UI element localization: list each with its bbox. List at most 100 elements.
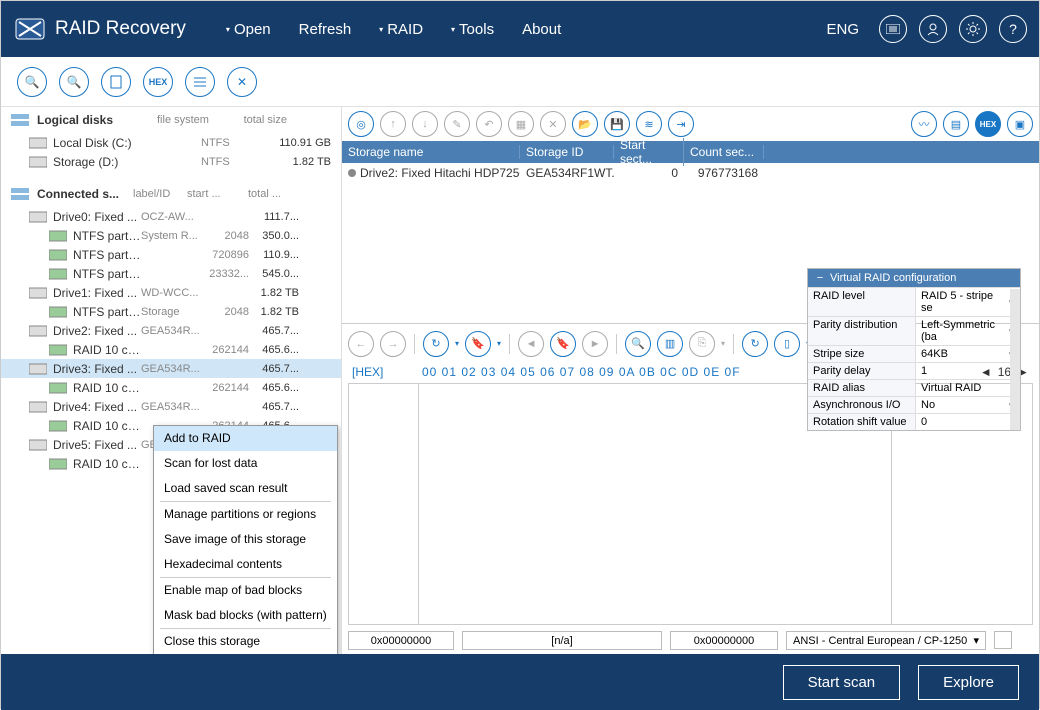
encoding-select[interactable]: ANSI - Central European / CP-1250▾ bbox=[786, 631, 986, 650]
hex-view-button[interactable]: HEX bbox=[975, 111, 1001, 137]
connected-storage-row[interactable]: Drive2: Fixed ...GEA534R...465.7... bbox=[1, 321, 341, 340]
open-folder-icon[interactable]: 📂 bbox=[572, 111, 598, 137]
na-input[interactable] bbox=[462, 631, 662, 650]
search-storage-icon[interactable]: 🔍 bbox=[59, 67, 89, 97]
status-dot-icon bbox=[348, 169, 356, 177]
stats-icon[interactable]: ▤ bbox=[943, 111, 969, 137]
grid-icon[interactable]: ▦ bbox=[508, 111, 534, 137]
window-icon[interactable]: ▣ bbox=[1007, 111, 1033, 137]
list-icon[interactable] bbox=[185, 67, 215, 97]
connected-storage-row[interactable]: Drive4: Fixed ...GEA534R...465.7... bbox=[1, 397, 341, 416]
offset-input-1[interactable] bbox=[348, 631, 454, 650]
down-icon[interactable]: ↓ bbox=[412, 111, 438, 137]
disks-icon bbox=[11, 114, 29, 126]
hex-button[interactable]: HEX bbox=[143, 67, 173, 97]
scrollbar[interactable] bbox=[1010, 289, 1020, 430]
drive-icon bbox=[49, 382, 67, 394]
remove-icon[interactable]: ✕ bbox=[540, 111, 566, 137]
storages-icon bbox=[11, 188, 29, 200]
forward-icon[interactable]: → bbox=[380, 331, 406, 357]
drive-icon bbox=[49, 420, 67, 432]
menu-refresh[interactable]: Refresh bbox=[299, 21, 352, 38]
config-row[interactable]: Rotation shift value0 bbox=[808, 413, 1020, 430]
drive-icon bbox=[49, 458, 67, 470]
drive-icon bbox=[49, 344, 67, 356]
connected-storage-row[interactable]: Drive3: Fixed ...GEA534R...465.7... bbox=[1, 359, 341, 378]
connected-storage-row[interactable]: Drive0: Fixed ...OCZ-AW...111.7... bbox=[1, 207, 341, 226]
app-title: RAID Recovery bbox=[55, 18, 186, 40]
connected-storages-header: Connected s... label/ID start ... total … bbox=[1, 181, 341, 207]
undo-icon[interactable]: ↶ bbox=[476, 111, 502, 137]
panel-icon[interactable] bbox=[879, 15, 907, 43]
layers-icon[interactable]: ≋ bbox=[636, 111, 662, 137]
page-icon[interactable] bbox=[101, 67, 131, 97]
sidebar: Logical disks file system total size Loc… bbox=[1, 107, 342, 654]
back-icon[interactable]: ← bbox=[348, 331, 374, 357]
up-icon[interactable]: ↑ bbox=[380, 111, 406, 137]
storage-row[interactable]: Drive2: Fixed Hitachi HDP7250... GEA534R… bbox=[342, 163, 1039, 183]
context-menu-item[interactable]: Manage partitions or regions bbox=[154, 502, 337, 527]
next-tag-icon[interactable]: ► bbox=[582, 331, 608, 357]
config-row[interactable]: RAID aliasVirtual RAID bbox=[808, 379, 1020, 396]
context-menu-item[interactable]: Hexadecimal contents bbox=[154, 552, 337, 577]
drive-icon bbox=[29, 325, 47, 337]
start-scan-button[interactable]: Start scan bbox=[783, 665, 901, 700]
columns-icon[interactable]: ▥ bbox=[657, 331, 683, 357]
help-icon[interactable]: ? bbox=[999, 15, 1027, 43]
close-icon[interactable]: ✕ bbox=[227, 67, 257, 97]
logical-disk-row[interactable]: Local Disk (C:)NTFS110.91 GB bbox=[1, 133, 341, 152]
raid-config-header[interactable]: −Virtual RAID configuration bbox=[808, 269, 1020, 287]
logical-disk-row[interactable]: Storage (D:)NTFS1.82 TB bbox=[1, 152, 341, 171]
gear-icon[interactable] bbox=[959, 15, 987, 43]
redo-icon[interactable]: ↻ bbox=[423, 331, 449, 357]
layout-icon[interactable]: ▯ bbox=[774, 331, 800, 357]
edit-icon[interactable]: ✎ bbox=[444, 111, 470, 137]
user-icon[interactable] bbox=[919, 15, 947, 43]
bottom-bar: Start scan Explore bbox=[1, 654, 1039, 710]
language-selector[interactable]: ENG bbox=[826, 21, 859, 38]
config-row[interactable]: Stripe size64KB▼ bbox=[808, 345, 1020, 362]
connected-storage-row[interactable]: Drive1: Fixed ...WD-WCC...1.82 TB bbox=[1, 283, 341, 302]
copy-icon[interactable]: ⎘ bbox=[689, 331, 715, 357]
connected-storage-row[interactable]: NTFS partitionSystem R...2048350.0... bbox=[1, 226, 341, 245]
tag-icon[interactable]: 🔖 bbox=[550, 331, 576, 357]
color-swatch[interactable] bbox=[994, 631, 1012, 649]
context-menu-item[interactable]: Save image of this storage bbox=[154, 527, 337, 552]
menu-raid[interactable]: ▾RAID bbox=[379, 21, 423, 38]
connected-storage-row[interactable]: RAID 10 co...262144465.6... bbox=[1, 340, 341, 359]
context-menu-item[interactable]: Add to RAID bbox=[154, 426, 337, 451]
config-row[interactable]: Parity delay1 bbox=[808, 362, 1020, 379]
save-icon[interactable]: 💾 bbox=[604, 111, 630, 137]
activity-icon[interactable]: 〰 bbox=[911, 111, 937, 137]
drive-icon bbox=[29, 211, 47, 223]
zoom-icon[interactable]: 🔍 bbox=[625, 331, 651, 357]
connected-storage-row[interactable]: NTFS partitionStorage20481.82 TB bbox=[1, 302, 341, 321]
menu-open[interactable]: ▾Open bbox=[226, 21, 271, 38]
storage-table-header: Storage name Storage ID Start sect... Co… bbox=[342, 141, 1039, 163]
bookmark-icon[interactable]: 🔖 bbox=[465, 331, 491, 357]
prev-tag-icon[interactable]: ◄ bbox=[518, 331, 544, 357]
context-menu-item[interactable]: Mask bad blocks (with pattern) bbox=[154, 603, 337, 628]
export-icon[interactable]: ⇥ bbox=[668, 111, 694, 137]
raid-logo-icon bbox=[13, 12, 47, 46]
menu-about[interactable]: About bbox=[522, 21, 561, 38]
config-row[interactable]: Asynchronous I/ONo▼ bbox=[808, 396, 1020, 413]
menu-tools[interactable]: ▾Tools bbox=[451, 21, 494, 38]
raid-config-panel: −Virtual RAID configuration RAID levelRA… bbox=[807, 268, 1021, 431]
connected-storage-row[interactable]: NTFS partition23332...545.0... bbox=[1, 264, 341, 283]
connected-storage-row[interactable]: RAID 10 co...262144465.6... bbox=[1, 378, 341, 397]
context-menu-item[interactable]: Close this storage bbox=[154, 629, 337, 654]
offset-input-2[interactable] bbox=[670, 631, 778, 650]
main-menu: ▾Open Refresh ▾RAID ▾Tools About bbox=[226, 21, 561, 38]
explore-button[interactable]: Explore bbox=[918, 665, 1019, 700]
config-row[interactable]: RAID levelRAID 5 - stripe se▼ bbox=[808, 287, 1020, 316]
context-menu-item[interactable]: Load saved scan result bbox=[154, 476, 337, 501]
refresh-hex-icon[interactable]: ↻ bbox=[742, 331, 768, 357]
drive-icon bbox=[49, 268, 67, 280]
config-row[interactable]: Parity distributionLeft-Symmetric (ba▼ bbox=[808, 316, 1020, 345]
search-icon[interactable]: 🔍 bbox=[17, 67, 47, 97]
context-menu-item[interactable]: Enable map of bad blocks bbox=[154, 578, 337, 603]
connected-storage-row[interactable]: NTFS partition720896110.9... bbox=[1, 245, 341, 264]
target-icon[interactable]: ◎ bbox=[348, 111, 374, 137]
context-menu-item[interactable]: Scan for lost data bbox=[154, 451, 337, 476]
